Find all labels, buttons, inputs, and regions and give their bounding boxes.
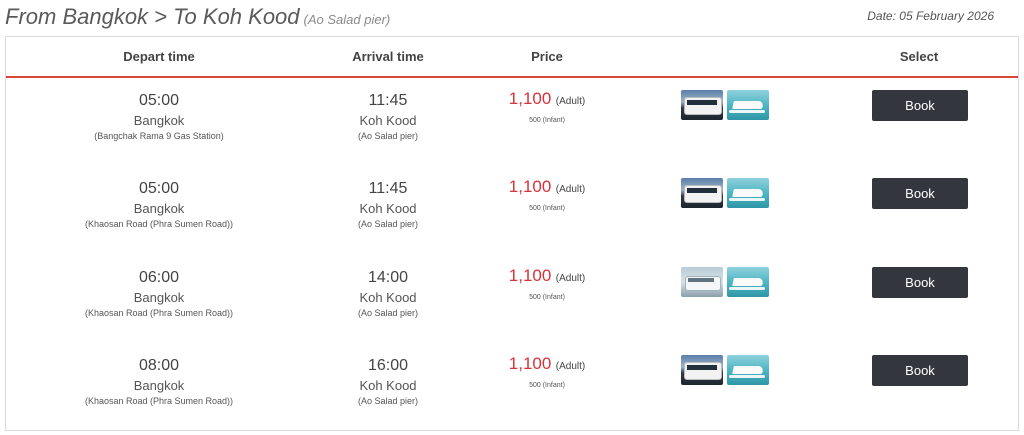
price-cell: 1,100 (Adult) 500 (Infant) [464,354,630,389]
book-button[interactable]: Book [872,355,968,386]
infant-price: 500 (Infant) [529,205,565,212]
route-header: From Bangkok > To Koh Kood (Ao Salad pier… [0,0,1024,36]
arrive-cell: 11:45 Koh Kood (Ao Salad pier) [312,92,464,142]
adult-price-unit: (Adult) [555,273,586,284]
timetable-panel: Depart time Arrival time Price Select 05… [5,36,1019,431]
depart-time: 05:00 [138,180,180,197]
depart-city: Bangkok [133,378,185,393]
depart-cell: 05:00 Bangkok (Khaosan Road (Phra Sumen Ro… [6,180,312,230]
arrive-place: (Ao Salad pier) [357,308,419,318]
arrive-place: (Ao Salad pier) [357,131,419,141]
trip-row: 05:00 Bangkok (Bangchak Rama 9 Gas Station… [6,78,1018,166]
arrive-cell: 16:00 Koh Kood (Ao Salad pier) [312,357,464,407]
arrive-place: (Ao Salad pier) [357,396,419,406]
arrive-place: (Ao Salad pier) [357,219,419,229]
route-subtitle: (Ao Salad pier) [303,12,391,27]
price-cell: 1,100 (Adult) 500 (Infant) [464,177,630,212]
infant-price: 500 (Infant) [529,117,565,124]
column-header-price: Price [531,49,563,64]
depart-cell: 05:00 Bangkok (Bangchak Rama 9 Gas Station… [6,92,312,142]
vehicle-thumbnails [681,355,769,385]
trip-row: 06:00 Bangkok (Khaosan Road (Phra Sumen Ro… [6,255,1018,343]
column-header-depart: Depart time [123,49,195,64]
book-button[interactable]: Book [872,90,968,121]
adult-price: 1,100 [508,177,552,196]
vehicle-thumbnails [681,267,769,297]
depart-place: (Khaosan Road (Phra Sumen Road)) [84,308,234,318]
price-cell: 1,100 (Adult) 500 (Infant) [464,266,630,301]
depart-place: (Khaosan Road (Phra Sumen Road)) [84,219,234,229]
column-header-arrive: Arrival time [352,49,424,64]
speedboat-icon [727,267,769,297]
depart-time: 06:00 [138,269,180,286]
arrive-city: Koh Kood [359,378,417,393]
table-header: Depart time Arrival time Price Select [6,37,1018,78]
price-cell: 1,100 (Adult) 500 (Infant) [464,89,630,124]
adult-price: 1,100 [508,354,552,373]
depart-place: (Bangchak Rama 9 Gas Station) [94,131,224,141]
van-icon [681,267,723,297]
arrive-time: 11:45 [368,180,408,197]
speedboat-icon [727,355,769,385]
depart-city: Bangkok [133,113,185,128]
arrive-cell: 11:45 Koh Kood (Ao Salad pier) [312,180,464,230]
speedboat-icon [727,178,769,208]
depart-cell: 08:00 Bangkok (Khaosan Road (Phra Sumen Ro… [6,357,312,407]
depart-time: 08:00 [138,357,180,374]
depart-place: (Khaosan Road (Phra Sumen Road)) [84,396,234,406]
book-button[interactable]: Book [872,267,968,298]
route-title: From Bangkok > To Koh Kood (Ao Salad pier… [5,4,390,30]
trip-row: 08:00 Bangkok (Khaosan Road (Phra Sumen Ro… [6,343,1018,431]
bus-icon [681,90,723,120]
bus-icon [681,355,723,385]
bus-icon [681,178,723,208]
infant-price: 500 (Infant) [529,382,565,389]
vehicle-thumbnails [681,178,769,208]
arrive-cell: 14:00 Koh Kood (Ao Salad pier) [312,269,464,319]
arrive-time: 16:00 [367,357,409,374]
column-header-select: Select [899,49,939,64]
arrive-city: Koh Kood [359,113,417,128]
adult-price: 1,100 [508,89,552,108]
arrive-city: Koh Kood [359,201,417,216]
adult-price-unit: (Adult) [555,184,586,195]
adult-price-unit: (Adult) [555,96,586,107]
infant-price: 500 (Infant) [529,294,565,301]
depart-cell: 06:00 Bangkok (Khaosan Road (Phra Sumen Ro… [6,269,312,319]
travel-date: Date: 05 February 2026 [867,9,994,23]
arrive-city: Koh Kood [359,290,417,305]
adult-price: 1,100 [508,266,552,285]
trip-row: 05:00 Bangkok (Khaosan Road (Phra Sumen Ro… [6,166,1018,254]
book-button[interactable]: Book [872,178,968,209]
depart-city: Bangkok [133,290,185,305]
arrive-time: 14:00 [367,269,409,286]
speedboat-icon [727,90,769,120]
route-title-text: From Bangkok > To Koh Kood [5,4,300,29]
vehicle-thumbnails [681,90,769,120]
depart-time: 05:00 [138,92,180,109]
arrive-time: 11:45 [368,92,408,109]
adult-price-unit: (Adult) [555,361,586,372]
depart-city: Bangkok [133,201,185,216]
